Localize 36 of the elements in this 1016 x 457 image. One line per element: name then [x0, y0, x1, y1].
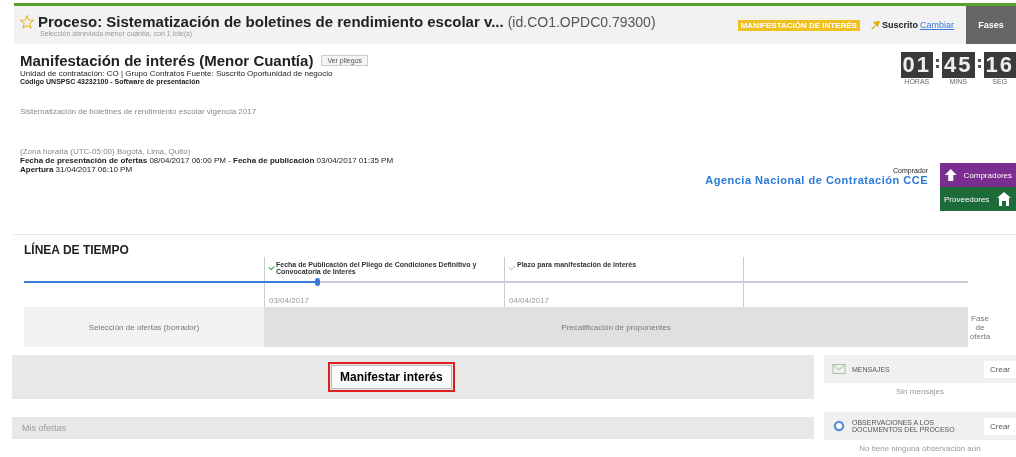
status-badge: MANIFESTACIÓN DE INTERÉS: [737, 19, 860, 31]
countdown-digits: 16: [983, 52, 1016, 78]
pin-icon: [869, 20, 880, 30]
phases-button[interactable]: Fases: [966, 6, 1016, 44]
house-icon: [996, 191, 1012, 207]
panel-note: Sin mensajes: [895, 386, 945, 398]
unit-text: Unidad de contratación: CO | Grupo Contratos Fuente: Suscrito Oportunidad de negocio: [20, 69, 334, 78]
logo-top: Compradores: [940, 163, 1016, 187]
event-date: 04/04/2017: [509, 296, 551, 305]
countdown-digits: 01: [900, 52, 934, 78]
timezone-text: (Zona horaria (UTC-05:00) Bogotá, Lima, Quito): [20, 147, 192, 156]
logo-bottom: Proveedores: [940, 187, 1016, 211]
phase-tab[interactable]: Selección de ofertas (borrador): [24, 307, 264, 347]
colon-separator: [936, 59, 940, 68]
description-text: Sistematización de boletines de rendimiento escolar vigencia 2017: [20, 107, 258, 116]
express-interest-button[interactable]: Manifestar interés: [331, 365, 452, 389]
buyer-link[interactable]: Agencia Nacional de Contratación CCE: [705, 174, 928, 186]
phase-tab[interactable]: Precalificación de proponentes: [264, 307, 968, 347]
event-date: 03/04/2017: [269, 296, 311, 305]
summary-title: Manifestación de interés (Menor Cuantía): [20, 52, 314, 69]
envelope-icon: [832, 363, 846, 375]
change-link[interactable]: Cambiar: [920, 20, 954, 30]
my-offers-title: Mis ofertas: [22, 423, 66, 433]
process-title: Proceso: Sistematización de boletines de rendimiento escolar v...: [38, 13, 504, 30]
countdown-digits: 45: [942, 52, 975, 78]
create-button[interactable]: Crear: [984, 360, 1016, 378]
process-id: (id.CO1.OPDC0.79300): [507, 13, 656, 30]
panel-note: No tiene ninguna observación aún: [858, 443, 982, 455]
opening-text: Apertura 31/04/2017 06:10 PM: [20, 165, 134, 174]
subscribed-label: Suscrito: [881, 20, 918, 30]
dates-text: Fecha de presentación de ofertas 08/04/2017 06:00 PM - Fecha de publicación 03/04/2017 01:35 PM: [20, 156, 395, 165]
arrow-up-icon: [944, 167, 958, 183]
colon-separator: [977, 59, 981, 68]
timeline-title: LÍNEA DE TIEMPO: [24, 243, 130, 257]
create-button[interactable]: Crear: [984, 417, 1016, 435]
star-icon[interactable]: [20, 14, 34, 29]
